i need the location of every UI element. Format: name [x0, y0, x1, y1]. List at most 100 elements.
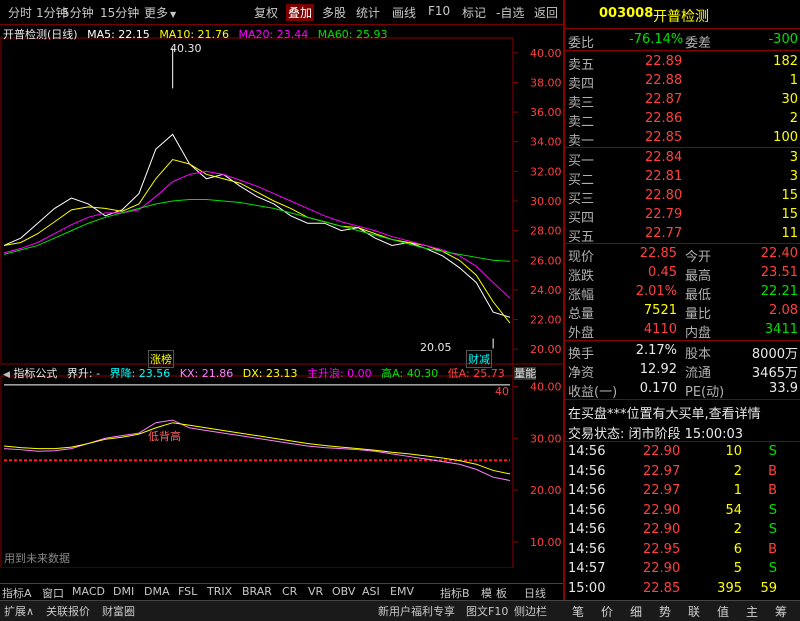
- buy-volume: 15: [781, 188, 798, 203]
- series-ma20: [3, 170, 511, 299]
- tab-indicator-b[interactable]: 指标B: [440, 585, 470, 601]
- new-user-button[interactable]: 新用户福利专享: [378, 603, 455, 619]
- tab-macd[interactable]: MACD: [72, 585, 105, 598]
- tab-timeshare[interactable]: 分时: [8, 4, 32, 21]
- stat-row: 外盘 4110 内盘 3411: [565, 320, 800, 341]
- stat-row: 涨跌 0.45 最高 23.51: [565, 263, 800, 284]
- panel-tab-button[interactable]: 筹: [775, 603, 787, 620]
- y-tick-label: 30.00: [530, 195, 562, 208]
- btn-draw[interactable]: 画线: [392, 4, 416, 21]
- tick-time: 14:56: [568, 541, 606, 557]
- expand-button[interactable]: 扩展∧: [4, 603, 34, 619]
- sell-row: 卖一 22.85 100: [565, 128, 800, 149]
- stat-value: 7521: [643, 303, 677, 318]
- tab-trix[interactable]: TRIX: [207, 585, 232, 598]
- tab-brar[interactable]: BRAR: [242, 585, 272, 598]
- main-chart-frame: [0, 37, 563, 568]
- related-quote-button[interactable]: 关联报价: [46, 603, 90, 619]
- f10-button[interactable]: 图文F10: [466, 603, 508, 619]
- tab-15min[interactable]: 15分钟: [100, 4, 139, 21]
- ma60-label: MA60: 25.93: [317, 28, 388, 41]
- panel-tab-button[interactable]: 势: [659, 603, 671, 620]
- btn-f10[interactable]: F10: [428, 4, 450, 18]
- stat2-label: 收益(一): [568, 385, 618, 400]
- tick-price: 22.90: [643, 444, 681, 459]
- stat-value: 0.45: [648, 265, 677, 280]
- btn-multi[interactable]: 多股: [322, 4, 346, 21]
- tab-board[interactable]: 板: [496, 585, 507, 601]
- tick-price: 22.85: [643, 580, 681, 596]
- series-ma10: [3, 158, 511, 324]
- sell-price: 22.87: [645, 92, 683, 107]
- btn-watchlist[interactable]: -自选: [496, 4, 524, 21]
- stat2-value: 2.17%: [635, 343, 677, 358]
- ma20-label: MA20: 23.44: [238, 28, 309, 41]
- tab-vr[interactable]: VR: [308, 585, 323, 598]
- btn-fuquan[interactable]: 复权: [254, 4, 278, 21]
- chevron-down-icon: ▼: [170, 10, 177, 19]
- tab-fsl[interactable]: FSL: [178, 585, 197, 598]
- indicator-name[interactable]: 指标公式: [13, 367, 57, 380]
- stat2-row: 收益(一) 0.170 PE(动) 33.9: [565, 379, 800, 400]
- ma10-label: MA10: 21.76: [159, 28, 230, 41]
- tab-asi[interactable]: ASI: [362, 585, 380, 598]
- indicator-menu-icon[interactable]: ◀: [3, 370, 10, 380]
- tab-window[interactable]: 窗口: [42, 585, 64, 601]
- stat-value: 2.01%: [635, 284, 677, 299]
- sell-price: 22.86: [645, 111, 683, 126]
- tab-5min[interactable]: 5分钟: [62, 4, 94, 21]
- sell-row: 卖三 22.87 30: [565, 90, 800, 111]
- tick-volume: 2: [733, 463, 742, 479]
- panel-tab-button[interactable]: 联: [688, 603, 700, 620]
- ind-dx: DX: 23.13: [242, 367, 298, 380]
- panel-tab-button[interactable]: 主: [746, 603, 758, 620]
- ind-series-3: [3, 422, 511, 475]
- tab-emv[interactable]: EMV: [390, 585, 414, 598]
- future-data-note: 用到未来数据: [4, 552, 70, 565]
- tick-row: 14:56 22.90 10 S: [565, 442, 800, 462]
- status-row: 交易状态: 闭市阶段 15:00:03: [565, 421, 800, 442]
- tick-volume: 2: [733, 522, 742, 537]
- tab-dma[interactable]: DMA: [144, 585, 170, 598]
- buy-row: 买一 22.84 3: [565, 148, 800, 169]
- stat2-value: 12.92: [639, 362, 677, 377]
- buy-row: 买四 22.79 15: [565, 205, 800, 226]
- btn-overlay[interactable]: 叠加: [286, 4, 315, 21]
- panel-tab-button[interactable]: 值: [717, 603, 729, 620]
- period-label[interactable]: 日线: [524, 585, 546, 601]
- tick-row: 15:00 22.85 395 59: [565, 579, 800, 599]
- weicha-value: -300: [768, 32, 798, 47]
- sell-row: 卖二 22.86 2: [565, 109, 800, 130]
- stat-value: 23.51: [760, 265, 798, 280]
- buy-price: 22.84: [645, 150, 683, 165]
- tick-row: 14:56 22.90 2 S: [565, 520, 800, 540]
- sidebar-button[interactable]: 侧边栏: [514, 603, 547, 619]
- tab-indicator-a[interactable]: 指标A: [2, 585, 32, 601]
- notice-row[interactable]: 在买盘***位置有大买单,查看详情: [565, 401, 800, 422]
- tab-dmi[interactable]: DMI: [113, 585, 134, 598]
- y-tick-label: 38.00: [530, 76, 562, 89]
- tick-flag: S: [768, 444, 777, 459]
- ind-jiejiang: 界降: 23.56: [109, 367, 171, 380]
- panel-tab-button[interactable]: 价: [601, 603, 613, 620]
- weibi-row: 委比 -76.14% 委差 -300: [565, 30, 800, 51]
- btn-mark[interactable]: 标记: [462, 4, 486, 21]
- wealth-circle-button[interactable]: 财富圈: [102, 603, 135, 619]
- big-order-notice[interactable]: 在买盘***位置有大买单,查看详情: [568, 403, 761, 422]
- tab-more[interactable]: 更多 ▼: [144, 4, 176, 21]
- kline-chart[interactable]: 40.00 38.00 36.00 34.00 32.00 30.00 28.00 26.00…: [0, 24, 563, 568]
- buy-price: 22.80: [645, 188, 683, 203]
- tick-time: 14:56: [568, 444, 606, 459]
- panel-tab-button[interactable]: 细: [630, 603, 642, 620]
- tick-flag: 59: [760, 580, 777, 596]
- stat2-value: 0.170: [639, 381, 677, 396]
- low-annotation: 20.05: [420, 341, 452, 354]
- tab-template[interactable]: 模: [481, 585, 492, 601]
- tab-cr[interactable]: CR: [282, 585, 297, 598]
- panel-tab-button[interactable]: 笔: [572, 603, 584, 620]
- btn-back[interactable]: 返回: [534, 4, 558, 21]
- tab-obv[interactable]: OBV: [332, 585, 355, 598]
- y-tick-label: 34.00: [530, 136, 562, 149]
- ind-diA: 低A: 25.73: [447, 367, 505, 380]
- btn-stats[interactable]: 统计: [356, 4, 380, 21]
